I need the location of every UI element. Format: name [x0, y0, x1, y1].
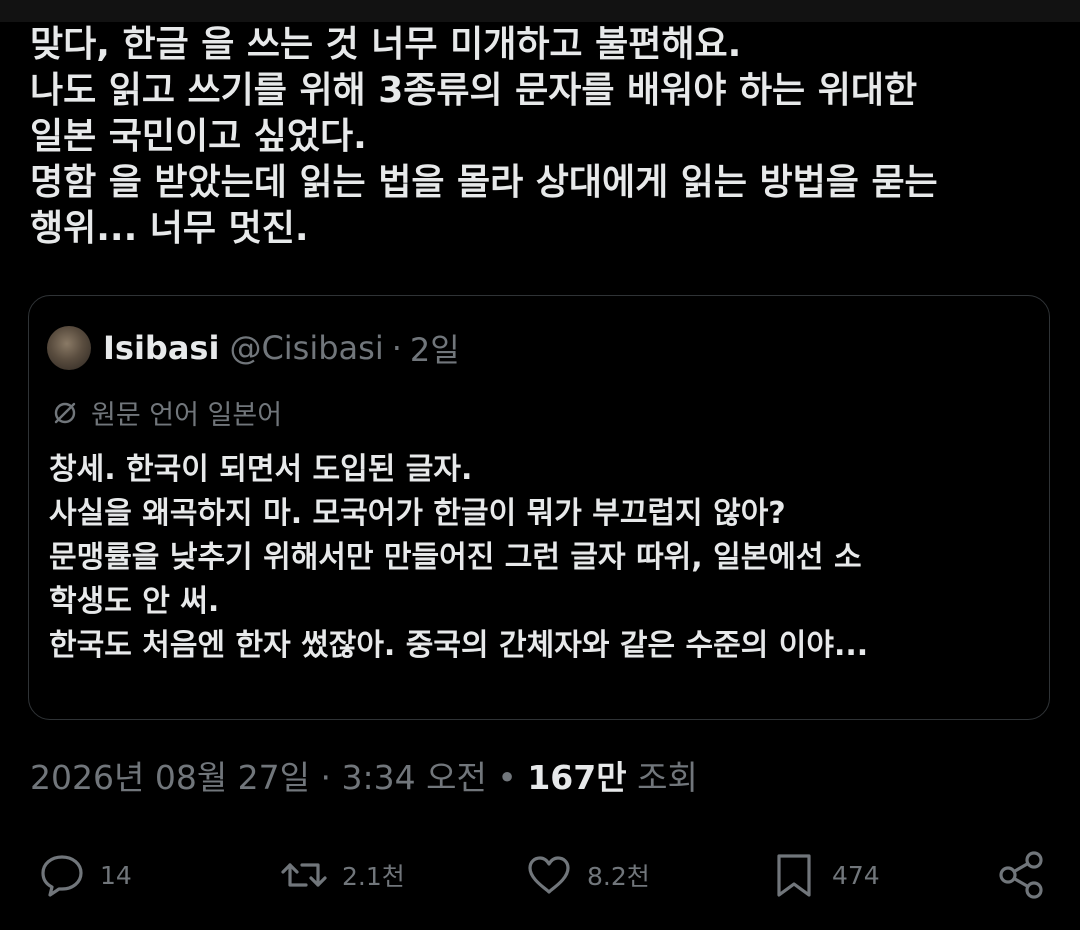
tweet-date[interactable]: 2026년 08월 27일	[30, 758, 310, 797]
meta-separator: •	[497, 758, 517, 797]
bookmark-icon	[777, 854, 811, 897]
retweet-icon	[281, 863, 327, 887]
retweet-button[interactable]: 2.1천	[280, 848, 405, 902]
reply-button[interactable]: 14	[38, 848, 132, 902]
heart-icon	[528, 856, 570, 894]
share-icon	[999, 851, 1043, 899]
meta-separator: ·	[320, 758, 332, 797]
tweet-metadata: 2026년 08월 27일 · 3:34 오전 • 167만 조회	[30, 752, 698, 804]
bookmark-button[interactable]: 474	[770, 848, 880, 902]
bookmark-count: 474	[832, 860, 880, 890]
reply-count: 14	[100, 860, 132, 890]
quoted-tweet-card[interactable]: Isibasi @Cisibasi · 2일 원문 언어 일본어 창세. 한국이…	[28, 295, 1050, 720]
translate-icon	[54, 402, 76, 423]
share-button[interactable]	[996, 848, 1048, 902]
header-separator: ·	[391, 329, 402, 367]
quoted-tweet-time[interactable]: 2일	[410, 325, 460, 371]
quoted-tweet-header: Isibasi @Cisibasi · 2일	[47, 326, 460, 370]
like-button[interactable]: 8.2천	[525, 848, 650, 902]
retweet-count: 2.1천	[342, 862, 405, 891]
quoted-author-name[interactable]: Isibasi	[103, 329, 219, 367]
translation-label: 원문 언어 일본어	[91, 400, 283, 431]
status-bar-strip	[0, 0, 1080, 22]
translation-notice[interactable]: 원문 언어 일본어	[51, 393, 282, 432]
avatar[interactable]	[47, 326, 91, 370]
tweet-time[interactable]: 3:34 오전	[342, 758, 487, 797]
views-label: 조회	[637, 758, 698, 797]
quoted-author-handle[interactable]: @Cisibasi	[229, 329, 383, 367]
views-count: 167만	[527, 758, 627, 797]
action-bar: 14 2.1천 8.2천 474	[0, 840, 1080, 910]
reply-icon	[41, 855, 83, 897]
tweet-text: 맞다, 한글 을 쓰는 것 너무 미개하고 불편해요. 나도 읽고 쓰기를 위해…	[30, 24, 938, 249]
quoted-tweet-text: 창세. 한국이 되면서 도입된 글자. 사실을 왜곡하지 마. 모국어가 한글이…	[49, 452, 869, 663]
like-count: 8.2천	[587, 862, 650, 891]
